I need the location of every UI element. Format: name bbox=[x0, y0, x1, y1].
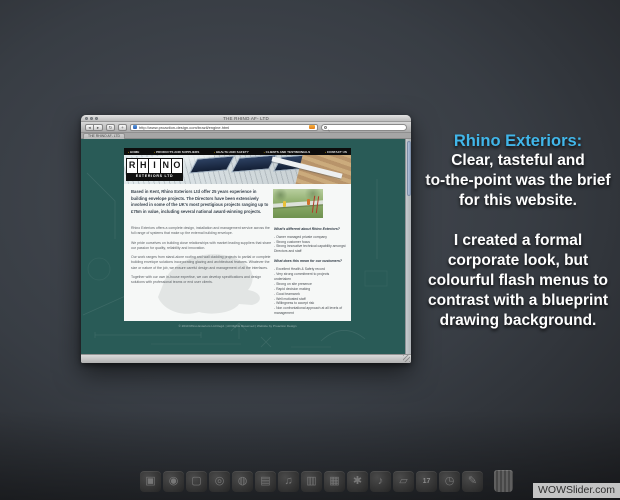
site-footer: © 2010 Rhino Exteriors Ltd Regd. | All R… bbox=[124, 324, 351, 328]
browser-tab[interactable]: THE RHINO AF- LTD bbox=[83, 133, 125, 139]
window-title: THE RHINO AF- LTD bbox=[81, 115, 411, 122]
page-viewport: ›HOME ›PRODUCTS AND SUPPLIERS ›HEALTH AN… bbox=[81, 139, 411, 354]
dock-icon-film[interactable]: ▦ bbox=[324, 471, 345, 492]
nav-item-contact[interactable]: ›CONTACT US bbox=[325, 150, 347, 154]
logo-letters: RHINO bbox=[127, 159, 182, 173]
body-paragraph: Rhino Exteriors offers a complete design… bbox=[131, 226, 274, 237]
dock-icon-preview[interactable]: ▢ bbox=[186, 471, 207, 492]
history-buttons: ◂ ▸ bbox=[85, 124, 103, 131]
search-input[interactable] bbox=[321, 124, 407, 131]
nav-item-home[interactable]: ›HOME bbox=[128, 150, 139, 154]
browser-statusbar bbox=[81, 354, 411, 363]
header-banner-photo: RHINO EXTERIORS LTD bbox=[124, 155, 351, 184]
search-icon bbox=[324, 126, 327, 129]
ladder bbox=[312, 196, 319, 214]
chevron-icon: › bbox=[128, 150, 129, 154]
reload-button[interactable]: ↻ bbox=[106, 124, 115, 131]
caption-block: Rhino Exteriors: Clear, tasteful and to-… bbox=[413, 131, 620, 351]
dock-icon-disc[interactable]: ◍ bbox=[232, 471, 253, 492]
back-button[interactable]: ◂ bbox=[85, 124, 94, 131]
chevron-icon: › bbox=[325, 150, 326, 154]
dock-icon-camera[interactable]: ◉ bbox=[163, 471, 184, 492]
url-text[interactable]: http://www.proaction-design.com/brazil/e… bbox=[139, 125, 307, 130]
browser-toolbar: ◂ ▸ ↻ + http://www.proaction-design.com/… bbox=[81, 122, 411, 133]
browser-window: THE RHINO AF- LTD ◂ ▸ ↻ + http://www.pro… bbox=[81, 115, 411, 363]
content-panel: Based in Kent, Rhino Exteriors Ltd offer… bbox=[124, 184, 351, 321]
scrollbar-thumb[interactable] bbox=[407, 141, 412, 196]
body-paragraph: Together with our own in-house expertise… bbox=[131, 275, 274, 286]
body-text-column: Rhino Exteriors offers a complete design… bbox=[131, 226, 274, 289]
rhino-exteriors-logo[interactable]: RHINO EXTERIORS LTD bbox=[126, 158, 183, 181]
rss-icon[interactable] bbox=[309, 125, 315, 130]
construction-site-photo bbox=[273, 189, 323, 218]
dock-icon-dvd[interactable]: ◎ bbox=[209, 471, 230, 492]
dock-icon-settings-gear[interactable]: ✱ bbox=[347, 471, 368, 492]
bullet-item: - Strong innovative technical capability… bbox=[274, 244, 346, 254]
caption-paragraph-2: I created a formal corporate look, but c… bbox=[413, 231, 620, 331]
chevron-icon: › bbox=[264, 150, 265, 154]
dock: ▣ ◉ ▢ ◎ ◍ ▤ ♫ ▥ ▦ ✱ ♪ ▱ 17 ◷ ✎ bbox=[140, 470, 513, 492]
wowslider-watermark[interactable]: WOWSlider.com bbox=[533, 483, 620, 498]
nav-item-products[interactable]: ›PRODUCTS AND SUPPLIERS bbox=[154, 150, 199, 154]
site-content-column: ›HOME ›PRODUCTS AND SUPPLIERS ›HEALTH AN… bbox=[124, 139, 351, 354]
dock-icon-notes[interactable]: ✎ bbox=[462, 471, 483, 492]
worker-figure bbox=[307, 199, 310, 205]
body-paragraph: Our work ranges from stand-alone roofing… bbox=[131, 255, 274, 271]
chevron-icon: › bbox=[154, 150, 155, 154]
dock-icon-clock[interactable]: ◷ bbox=[439, 471, 460, 492]
dock-icon-calendar[interactable]: 17 bbox=[416, 471, 437, 492]
dock-icon-book[interactable]: ▤ bbox=[255, 471, 276, 492]
chevron-icon: › bbox=[214, 150, 215, 154]
body-paragraph: We pride ourselves on building close rel… bbox=[131, 241, 274, 252]
bullet-list-2: - Excellent Health & Safety record - Ver… bbox=[274, 267, 346, 316]
dock-icon-music[interactable]: ♪ bbox=[370, 471, 391, 492]
trash-icon[interactable] bbox=[494, 470, 513, 492]
bullet-heading-2: What does this mean for our customers? bbox=[274, 259, 346, 264]
desktop-background: Rhino Exteriors: Clear, tasteful and to-… bbox=[0, 0, 620, 500]
vertical-scrollbar[interactable] bbox=[405, 139, 411, 354]
dock-icon-imovie[interactable]: ▥ bbox=[301, 471, 322, 492]
dock-icon-garageband[interactable]: ♫ bbox=[278, 471, 299, 492]
intro-paragraph: Based in Kent, Rhino Exteriors Ltd offer… bbox=[131, 189, 271, 215]
dock-icon-photos[interactable]: ▣ bbox=[140, 471, 161, 492]
site-nav-menu: ›HOME ›PRODUCTS AND SUPPLIERS ›HEALTH AN… bbox=[124, 148, 351, 155]
caption-paragraph-1: Clear, tasteful and to-the-point was the… bbox=[413, 151, 620, 211]
bullet-list-1: - Owner managed private company - Strong… bbox=[274, 235, 346, 255]
nav-item-health-safety[interactable]: ›HEALTH AND SAFETY bbox=[214, 150, 249, 154]
bullet-heading-1: What's different about Rhino Exteriors? bbox=[274, 227, 346, 232]
caption-title: Rhino Exteriors: bbox=[413, 131, 620, 151]
bullet-column: What's different about Rhino Exteriors? … bbox=[274, 227, 346, 321]
forward-button[interactable]: ▸ bbox=[94, 124, 103, 131]
address-bar[interactable]: http://www.proaction-design.com/brazil/e… bbox=[130, 124, 318, 131]
logo-subtitle: EXTERIORS LTD bbox=[127, 173, 182, 180]
site-favicon bbox=[133, 125, 137, 129]
add-bookmark-button[interactable]: + bbox=[118, 124, 127, 131]
dock-icon-folder[interactable]: ▱ bbox=[393, 471, 414, 492]
browser-titlebar[interactable]: THE RHINO AF- LTD bbox=[81, 115, 411, 122]
bullet-item: - Non confrontational approach at all le… bbox=[274, 306, 346, 316]
nav-item-clients[interactable]: ›CLIENTS AND TESTIMONIALS bbox=[264, 150, 311, 154]
bullet-item: - Very strong commitment to projects und… bbox=[274, 272, 346, 282]
worker-figure bbox=[283, 201, 286, 207]
